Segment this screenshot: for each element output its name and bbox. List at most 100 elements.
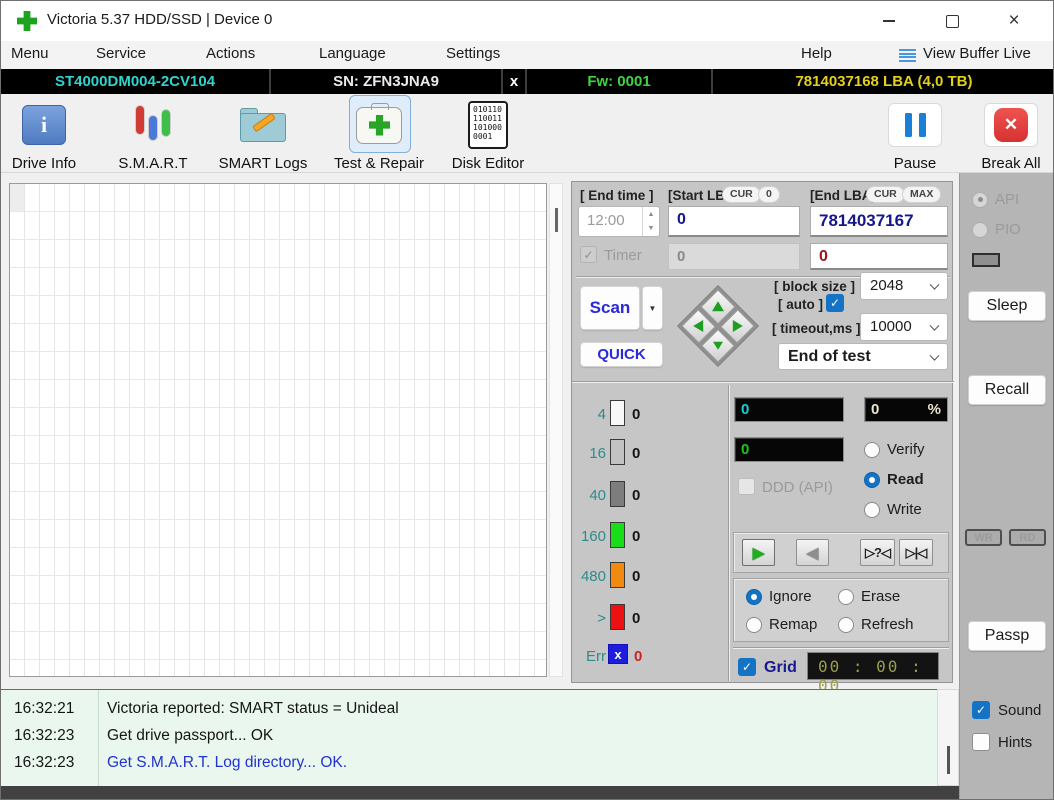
legend-label-err: Err	[574, 648, 606, 665]
timer-checkbox[interactable]	[580, 246, 597, 263]
rd-button[interactable]: RD	[1009, 529, 1046, 546]
wr-button[interactable]: WR	[965, 529, 1002, 546]
device-info-bar: ST4000DM004-2CV104 SN: ZFN3JNA9 x Fw: 00…	[1, 69, 1054, 94]
menu-item-service[interactable]: Service	[96, 45, 146, 62]
info-bubble-icon: i	[22, 105, 66, 145]
menu-item-actions[interactable]: Actions	[206, 45, 255, 62]
radio-icon[interactable]	[746, 617, 762, 633]
remap-label: Remap	[769, 616, 817, 633]
api-option[interactable]: API	[972, 191, 1019, 208]
block-size-select[interactable]: 2048	[860, 272, 948, 300]
grid-label: Grid	[764, 659, 797, 677]
scanned-block-cell	[10, 184, 24, 211]
pio-option[interactable]: PIO	[972, 221, 1021, 238]
play-forward-button[interactable]	[742, 539, 775, 566]
end-of-test-select[interactable]: End of test	[778, 343, 948, 370]
scan-dropdown-button[interactable]: ▼	[642, 286, 663, 330]
quick-button[interactable]: QUICK	[580, 342, 663, 367]
radio-selected-icon[interactable]	[864, 472, 880, 488]
legend-swatch-480	[610, 562, 625, 588]
legend-count-4: 0	[632, 406, 640, 423]
grid-scrollbar-thumb[interactable]	[555, 208, 558, 232]
menu-item-menu[interactable]: Menu	[11, 45, 49, 62]
close-button[interactable]: ×	[997, 6, 1031, 36]
block-size-value: 2048	[870, 277, 903, 294]
chevron-down-icon	[930, 321, 940, 331]
folder-pencil-icon	[239, 106, 287, 144]
device-model[interactable]: ST4000DM004-2CV104	[1, 69, 271, 94]
radio-icon[interactable]	[838, 589, 854, 605]
radio-disabled-icon[interactable]	[972, 222, 988, 238]
hints-option[interactable]: Hints	[972, 733, 1032, 751]
end-time-spinner[interactable]: 12:00 ▲▼	[578, 206, 660, 237]
checkbox-checked-icon[interactable]	[972, 701, 990, 719]
start-lba-zero-button[interactable]: 0	[758, 186, 780, 203]
sound-option[interactable]: Sound	[972, 701, 1041, 719]
up-arrow-icon	[712, 302, 724, 312]
seek-question-button[interactable]	[860, 539, 895, 566]
end-lba-input[interactable]: 7814037167	[810, 206, 948, 237]
radio-icon[interactable]	[864, 502, 880, 518]
sleep-button[interactable]: Sleep	[968, 291, 1046, 321]
step-button[interactable]	[899, 539, 933, 566]
menu-item-language[interactable]: Language	[319, 45, 386, 62]
mode-option-write[interactable]: Write	[864, 501, 922, 518]
window-title: Victoria 5.37 HDD/SSD | Device 0	[47, 11, 272, 28]
list-icon	[899, 49, 916, 62]
scan-button[interactable]: Scan	[580, 286, 640, 330]
start-lba-input[interactable]: 0	[668, 206, 800, 237]
event-log[interactable]: 16:32:21 Victoria reported: SMART status…	[1, 689, 959, 786]
percent-lcd: 0 %	[864, 397, 948, 422]
action-option-remap[interactable]: Remap	[746, 616, 817, 633]
test-repair-button[interactable]: Test & Repair	[328, 98, 430, 172]
device-tab-close-button[interactable]: x	[503, 69, 527, 94]
break-all-label: Break All	[973, 155, 1049, 172]
menu-item-settings[interactable]: Settings	[446, 45, 500, 62]
device-capacity: 7814037168 LBA (4,0 TB)	[713, 69, 1054, 94]
checkbox-unchecked-icon[interactable]	[972, 733, 990, 751]
timeout-select[interactable]: 10000	[860, 313, 948, 341]
log-scrollbar-thumb[interactable]	[947, 746, 950, 774]
break-all-button[interactable]: ✕ Break All	[973, 98, 1049, 172]
green-cross-icon	[17, 11, 37, 31]
mode-option-read[interactable]: Read	[864, 471, 924, 488]
pause-button[interactable]: Pause	[885, 98, 945, 172]
legend-swatch-gt	[610, 604, 625, 630]
mode-option-verify[interactable]: Verify	[864, 441, 925, 458]
passp-button[interactable]: Passp	[968, 621, 1046, 651]
smart-logs-button[interactable]: SMART Logs	[217, 98, 309, 172]
binary-document-icon: 010110 110011 101000 0001	[468, 101, 508, 149]
smart-button[interactable]: S.M.A.R.T	[113, 98, 193, 172]
view-buffer-live-button[interactable]: View Buffer Live	[923, 45, 1031, 62]
end-lba-max-button[interactable]: MAX	[902, 186, 941, 203]
drive-info-button[interactable]: i Drive Info	[8, 98, 80, 172]
auto-checkbox[interactable]	[826, 294, 844, 312]
right-sidebar: API PIO Sleep Recall WR RD Passp	[959, 173, 1054, 689]
spinner-arrows-icon[interactable]: ▲▼	[642, 207, 659, 236]
recall-button[interactable]: Recall	[968, 375, 1046, 405]
disk-editor-button[interactable]: 010110 110011 101000 0001 Disk Editor	[448, 98, 528, 172]
radio-disabled-selected-icon[interactable]	[972, 192, 988, 208]
end-lba-cur-button[interactable]: CUR	[866, 186, 905, 203]
action-option-ignore[interactable]: Ignore	[746, 588, 812, 605]
minimize-button[interactable]	[872, 6, 906, 36]
log-row: 16:32:23 Get drive passport... OK	[1, 723, 959, 749]
ddd-api-label: DDD (API)	[762, 479, 833, 496]
menu-item-help[interactable]: Help	[801, 45, 832, 62]
ddd-api-checkbox[interactable]	[738, 478, 755, 495]
scan-grid-canvas[interactable]	[9, 183, 547, 677]
maximize-button[interactable]	[935, 6, 969, 36]
play-backward-button[interactable]	[796, 539, 829, 566]
grid-checkbox[interactable]	[738, 658, 756, 676]
red-x-icon: ✕	[994, 108, 1028, 142]
start-lba-cur-button[interactable]: CUR	[722, 186, 761, 203]
action-option-erase[interactable]: Erase	[838, 588, 900, 605]
radio-selected-icon[interactable]	[746, 589, 762, 605]
radio-icon[interactable]	[838, 617, 854, 633]
grid-scrollbar[interactable]	[549, 183, 563, 677]
read-label: Read	[887, 471, 924, 488]
action-option-refresh[interactable]: Refresh	[838, 616, 914, 633]
log-scrollbar[interactable]	[937, 689, 959, 786]
radio-icon[interactable]	[864, 442, 880, 458]
current-position-field: 0	[810, 243, 948, 270]
